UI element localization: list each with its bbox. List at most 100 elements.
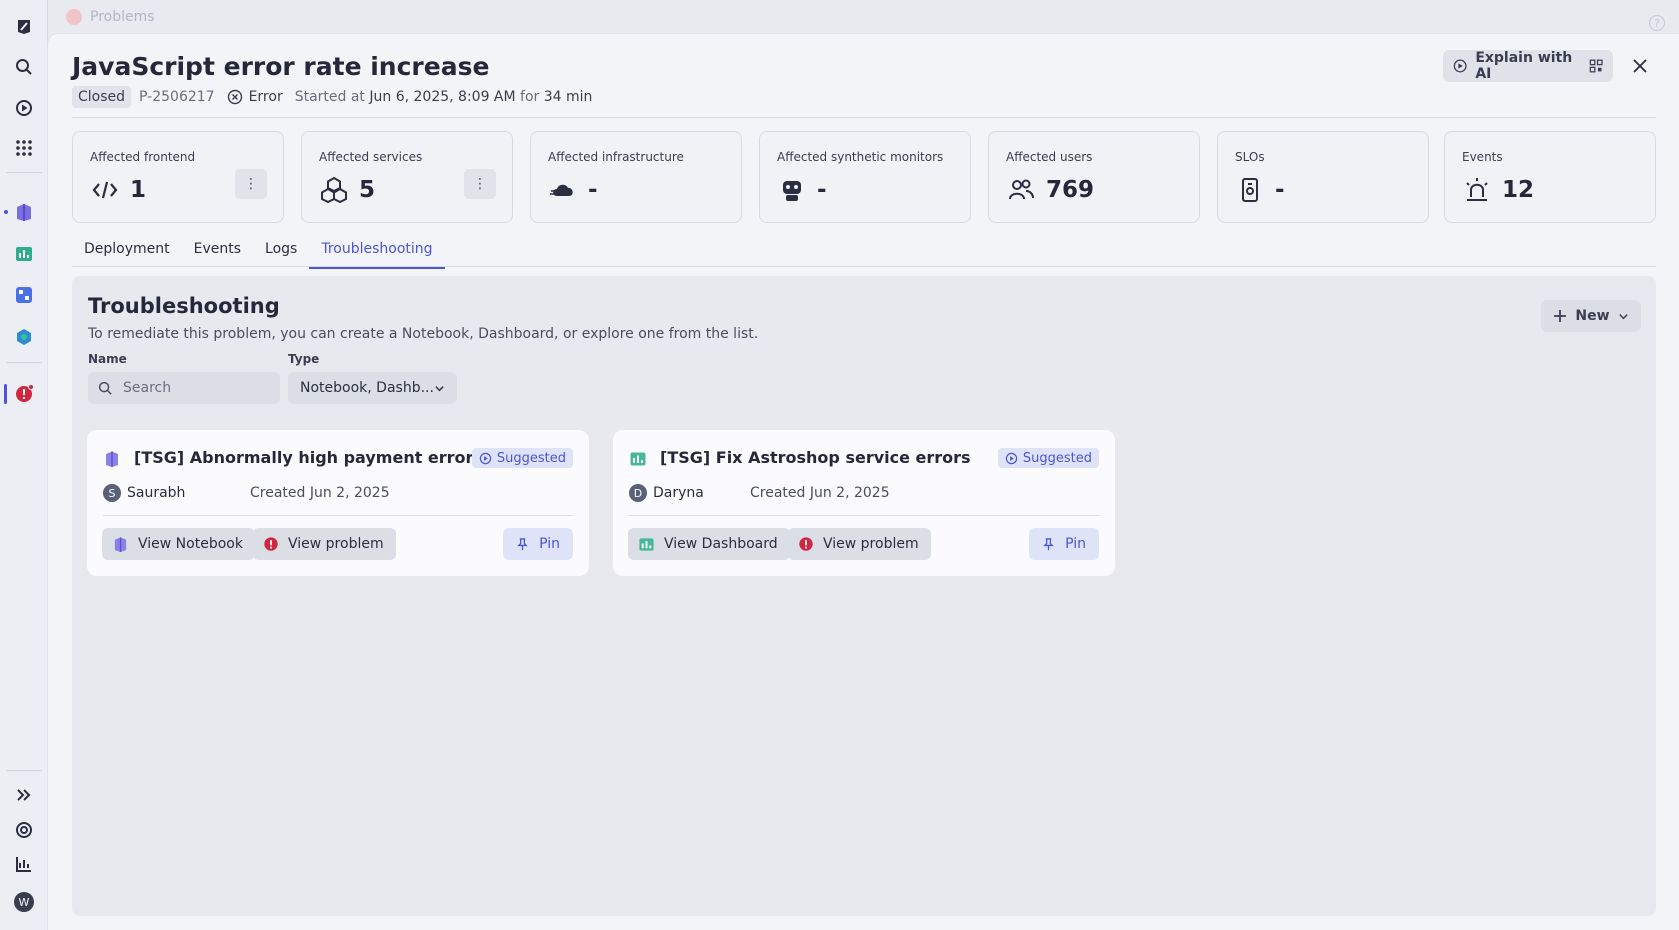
users-icon xyxy=(1006,175,1036,205)
help-icon[interactable]: ? xyxy=(1649,15,1665,31)
explain-with-ai-button[interactable]: Explain with AI xyxy=(1443,50,1613,82)
suggested-badge: Suggested xyxy=(471,448,573,468)
metric-label: Events xyxy=(1462,150,1503,164)
qr-grid-icon xyxy=(1589,59,1603,73)
chevron-down-icon xyxy=(435,385,444,391)
code-icon xyxy=(90,175,120,205)
metric-card-infrastructure[interactable]: Affected infrastructure - xyxy=(530,131,742,223)
view-problem-button[interactable]: View problem xyxy=(253,528,396,560)
card-title[interactable]: [TSG] Abnormally high payment errors xyxy=(134,448,483,467)
new-label: New xyxy=(1575,308,1610,324)
problem-detail-panel: JavaScript error rate increase Closed P-… xyxy=(48,34,1679,930)
pin-button[interactable]: Pin xyxy=(1029,528,1099,560)
type-filter-label: Type xyxy=(288,352,320,366)
robot-icon xyxy=(777,175,807,205)
card-title[interactable]: [TSG] Fix Astroshop service errors xyxy=(660,448,971,467)
play-circle-icon[interactable] xyxy=(10,94,38,122)
created-date: Created Jun 2, 2025 xyxy=(250,485,390,501)
view-problem-label: View problem xyxy=(288,536,384,552)
notebook-icon xyxy=(114,536,127,552)
breadcrumb-problems[interactable]: Problems xyxy=(90,9,155,25)
search-icon xyxy=(98,381,112,395)
user-avatar[interactable]: W xyxy=(10,888,38,916)
dashboard-icon xyxy=(639,537,654,551)
metric-value: 5 xyxy=(359,177,376,203)
metric-card-frontend[interactable]: Affected frontend 1 ⋮ xyxy=(72,131,284,223)
explain-label: Explain with AI xyxy=(1475,50,1573,82)
dashboards-icon[interactable] xyxy=(10,240,38,268)
search-icon[interactable] xyxy=(10,53,38,81)
search-input[interactable]: Search xyxy=(88,372,280,404)
chevron-down-icon xyxy=(1618,313,1628,319)
pin-icon xyxy=(1043,537,1054,550)
metric-value: 12 xyxy=(1502,177,1535,203)
more-options-button[interactable]: ⋮ xyxy=(235,169,267,199)
metric-card-events[interactable]: Events 12 xyxy=(1444,131,1656,223)
metric-label: SLOs xyxy=(1235,150,1265,164)
pin-label: Pin xyxy=(1065,536,1086,552)
more-options-button[interactable]: ⋮ xyxy=(464,169,496,199)
cloud-icon xyxy=(548,175,578,205)
search-placeholder: Search xyxy=(123,380,172,396)
view-notebook-button[interactable]: View Notebook xyxy=(102,528,255,560)
view-problem-button[interactable]: View problem xyxy=(788,528,931,560)
metric-label: Affected users xyxy=(1006,150,1093,164)
left-rail: W xyxy=(0,0,48,930)
metric-card-users[interactable]: Affected users 769 xyxy=(988,131,1200,223)
insights-chart-icon[interactable] xyxy=(10,850,38,878)
owner-name: Saurabh xyxy=(127,485,186,501)
app-logo-icon[interactable] xyxy=(10,13,38,41)
support-icon[interactable] xyxy=(10,816,38,844)
ai-sparkle-icon xyxy=(1453,59,1467,73)
problem-error-icon xyxy=(799,537,813,551)
problem-id: P-2506217 xyxy=(139,89,215,105)
pin-button[interactable]: Pin xyxy=(503,528,573,560)
workflows-icon[interactable] xyxy=(10,281,38,309)
apps-grid-icon[interactable] xyxy=(10,134,38,162)
owner-name: Daryna xyxy=(653,485,704,501)
expand-rail-icon[interactable] xyxy=(10,781,38,809)
metric-value: 1 xyxy=(130,177,147,203)
view-problem-label: View problem xyxy=(823,536,919,552)
type-select[interactable]: Notebook, Dashb... xyxy=(288,372,457,404)
slo-icon xyxy=(1235,175,1265,205)
troubleshooting-card-notebook[interactable]: [TSG] Abnormally high payment errors Sug… xyxy=(87,430,589,576)
started-prefix: Started at xyxy=(294,89,365,105)
error-circle-icon xyxy=(227,89,242,105)
owner-avatar: S xyxy=(103,484,121,502)
suggested-label: Suggested xyxy=(1022,450,1092,466)
notebook-icon xyxy=(106,451,118,467)
type-select-value: Notebook, Dashb... xyxy=(300,380,434,396)
owner-avatar: D xyxy=(629,484,647,502)
view-notebook-label: View Notebook xyxy=(138,536,243,552)
status-badge: Closed xyxy=(72,86,132,108)
rail-notebook-indicator xyxy=(4,210,8,214)
metric-value: - xyxy=(588,177,598,203)
detail-tabs: Deployment Events Logs Troubleshooting xyxy=(72,238,445,269)
tab-events[interactable]: Events xyxy=(182,238,253,268)
problems-icon[interactable] xyxy=(10,380,38,408)
created-date: Created Jun 2, 2025 xyxy=(750,485,890,501)
tab-deployment[interactable]: Deployment xyxy=(72,238,182,268)
new-button[interactable]: New xyxy=(1541,300,1641,332)
metric-card-services[interactable]: Affected services 5 ⋮ xyxy=(301,131,513,223)
metric-label: Affected infrastructure xyxy=(548,150,684,164)
close-icon[interactable] xyxy=(1629,55,1651,77)
troubleshooting-card-dashboard[interactable]: [TSG] Fix Astroshop service errors Sugge… xyxy=(613,430,1115,576)
ai-suggest-icon xyxy=(479,452,492,464)
tab-logs[interactable]: Logs xyxy=(253,238,309,268)
metric-value: 769 xyxy=(1046,177,1095,203)
tab-troubleshooting[interactable]: Troubleshooting xyxy=(309,238,445,269)
view-dashboard-button[interactable]: View Dashboard xyxy=(628,528,790,560)
metric-card-slos[interactable]: SLOs - xyxy=(1217,131,1429,223)
plus-icon xyxy=(1554,310,1567,322)
metric-card-synthetic[interactable]: Affected synthetic monitors - xyxy=(759,131,971,223)
problem-title: JavaScript error rate increase xyxy=(72,52,490,81)
metric-label: Affected synthetic monitors xyxy=(777,150,944,164)
metric-label: Affected services xyxy=(319,150,423,164)
cloud-apps-icon[interactable] xyxy=(10,323,38,351)
suggested-badge: Suggested xyxy=(997,448,1099,468)
metric-value: - xyxy=(1275,177,1285,203)
notebooks-icon[interactable] xyxy=(10,198,38,226)
started-info: Started at Jun 6, 2025, 8:09 AM for 34 m… xyxy=(295,89,593,105)
